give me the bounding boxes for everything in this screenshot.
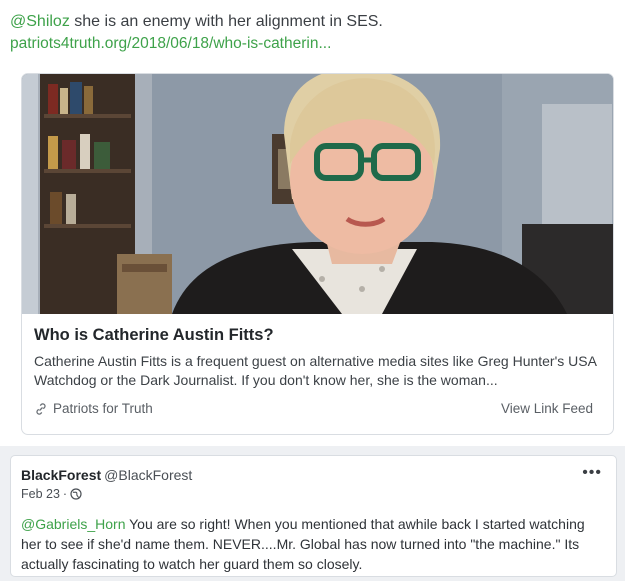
reply-post: BlackForest @BlackForest Feb 23 · ••• @Ga… (10, 455, 617, 577)
reply-text: @Gabriels_Horn You are so right! When yo… (21, 514, 606, 574)
card-footer: Patriots for Truth View Link Feed (34, 401, 593, 421)
post-link-url[interactable]: patriots4truth.org/2018/06/18/who-is-cat… (10, 34, 331, 54)
card-description: Catherine Austin Fitts is a frequent gue… (34, 353, 597, 388)
link-preview-card[interactable]: Who is Catherine Austin Fitts? Catherine… (21, 73, 614, 435)
person-video-thumbnail-icon (22, 74, 613, 314)
link-icon (36, 402, 46, 415)
reply-author[interactable]: BlackForest @BlackForest (21, 467, 192, 483)
post-text: @Shiloz she is an enemy with her alignme… (10, 12, 383, 32)
card-title[interactable]: Who is Catherine Austin Fitts? (34, 326, 274, 345)
card-source[interactable]: Patriots for Truth (34, 401, 153, 416)
card-source-label: Patriots for Truth (53, 401, 153, 416)
mention-link[interactable]: @Shiloz (10, 13, 70, 30)
post-body: she is an enemy with her alignment in SE… (69, 13, 383, 30)
more-options-button[interactable]: ••• (582, 464, 602, 482)
meta-separator: · (62, 487, 68, 501)
author-name[interactable]: BlackForest (21, 467, 101, 483)
visibility-globe-icon (70, 488, 82, 500)
author-handle[interactable]: @BlackForest (104, 467, 192, 483)
post-date[interactable]: Feb 23 (21, 487, 60, 501)
view-link-feed-button[interactable]: View Link Feed (501, 401, 593, 416)
card-image[interactable] (22, 74, 613, 314)
reply-meta: Feb 23 · (21, 487, 82, 501)
post-top: @Shiloz she is an enemy with her alignme… (0, 0, 625, 446)
reply-mention-link[interactable]: @Gabriels_Horn (21, 516, 125, 532)
